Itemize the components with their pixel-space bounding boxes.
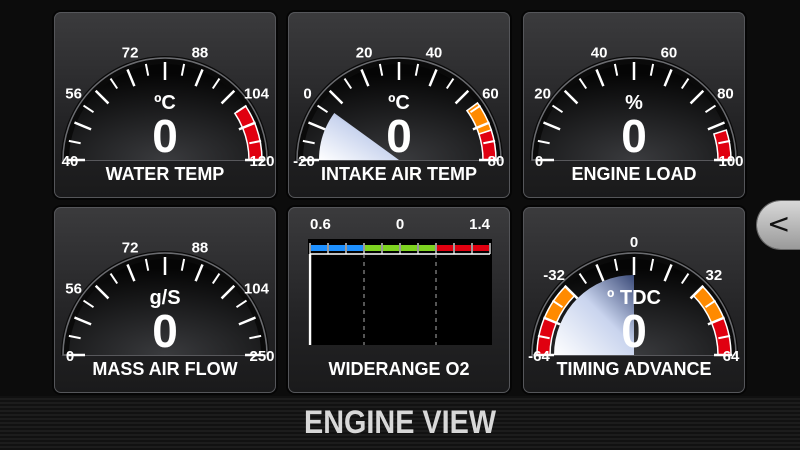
gauge-scale-label: 20 — [534, 86, 551, 103]
gauge-label: INTAKE AIR TEMP — [321, 164, 477, 184]
gauge-min-label: -20 — [293, 153, 315, 170]
chevron-left-icon: < — [767, 207, 791, 240]
o2-segment-green — [401, 245, 417, 251]
gauge-value: 0 — [621, 305, 647, 357]
gauge-value: 0 — [386, 110, 412, 162]
gauge-label: WIDERANGE O2 — [328, 359, 469, 379]
gauge-scale-label: 60 — [661, 45, 678, 62]
o2-segment-green — [383, 245, 399, 251]
gauge-max-label: 80 — [488, 153, 505, 170]
water-temp-gauge[interactable]: 56 72 88 104 40 120 ºC 0 WATER TEMP — [54, 12, 276, 198]
gauge-max-label: 250 — [249, 348, 274, 365]
intake-air-temp-dial: 020 4060-20 80ºC0INTAKE AIR TEMP — [293, 45, 505, 184]
o2-scale-label: 1.4 — [469, 216, 491, 233]
gauge-label: WATER TEMP — [106, 164, 225, 184]
water-temp-dial: 5672 8810440 120ºC0WATER TEMP — [61, 45, 275, 184]
o2-segment-red — [473, 245, 489, 251]
gauge-scale-label: 0 — [303, 86, 311, 103]
o2-segment-blue — [347, 245, 363, 251]
o2-segment-red — [455, 245, 471, 251]
gauge-scale-label: -32 — [543, 267, 565, 284]
gauge-value: 0 — [621, 110, 647, 162]
gauge-scale-label: 72 — [122, 240, 139, 257]
gauge-scale-label: 56 — [65, 281, 82, 298]
gauge-value: 0 — [152, 110, 178, 162]
gauge-value: 0 — [152, 305, 178, 357]
gauge-scale-label: 104 — [244, 281, 270, 298]
gauge-scale-label: 40 — [426, 45, 443, 62]
timing-advance-dial: -32032-64 64º TDC0TIMING ADVANCE — [528, 234, 740, 379]
gauge-scale-label: 72 — [122, 45, 139, 62]
gauge-min-label: 40 — [62, 153, 79, 170]
gauge-scale-label: 40 — [591, 45, 608, 62]
timing-advance-gauge[interactable]: -32 0 32 -64 64 º TDC 0 TIMING ADVANCE — [523, 207, 745, 393]
gauge-scale-label: 60 — [482, 86, 499, 103]
o2-segment-blue — [329, 245, 345, 251]
gauge-min-label: -64 — [528, 348, 550, 365]
gauge-scale-label: 80 — [717, 86, 734, 103]
page-title: ENGINE VIEW — [303, 404, 497, 440]
gauge-scale-label: 104 — [244, 86, 270, 103]
gauge-min-label: 0 — [66, 348, 74, 365]
o2-segment-blue — [311, 245, 327, 251]
gauge-min-label: 0 — [535, 153, 543, 170]
o2-segment-green — [365, 245, 381, 251]
gauge-scale-label: 32 — [706, 267, 723, 284]
gauge-max-label: 120 — [249, 153, 274, 170]
o2-bar-chart: 0.6 0 1.4 WIDERANGE O2 — [308, 216, 492, 379]
collapse-panel-button[interactable]: < — [757, 201, 800, 249]
intake-air-temp-gauge[interactable]: 0 20 40 60 -20 80 ºC 0 INTAKE AIR TEMP — [288, 12, 510, 198]
gauge-scale-label: 88 — [192, 45, 209, 62]
mass-air-flow-dial: 5672 881040 250g/S0MASS AIR FLOW — [61, 240, 275, 379]
engine-load-gauge[interactable]: 20 40 60 80 0 100% 0 ENGINE LOAD — [523, 12, 745, 198]
o2-segment-green — [419, 245, 435, 251]
gauge-max-label: 64 — [723, 348, 740, 365]
o2-segment-red — [437, 245, 453, 251]
gauge-label: TIMING ADVANCE — [557, 359, 712, 379]
gauge-scale-label: 88 — [192, 240, 209, 257]
gauge-max-label: 100 — [718, 153, 743, 170]
gauge-label: MASS AIR FLOW — [92, 359, 237, 379]
gauge-scale-label: 20 — [356, 45, 373, 62]
o2-scale-label: 0.6 — [310, 216, 331, 233]
gauge-scale-label: 0 — [630, 234, 638, 251]
o2-screen — [308, 239, 492, 345]
mass-air-flow-gauge[interactable]: 56 72 88 104 0 250 g/S 0 MASS AIR FLOW — [54, 207, 276, 393]
engine-load-dial: 2040 60800 100%0ENGINE LOAD — [530, 45, 744, 184]
gauge-label: ENGINE LOAD — [571, 164, 696, 184]
gauge-scale-label: 56 — [65, 86, 82, 103]
widerange-o2-gauge[interactable]: 0.6 0 1.4 WIDERANGE O2 — [288, 207, 510, 393]
o2-scale-label: 0 — [396, 216, 404, 233]
